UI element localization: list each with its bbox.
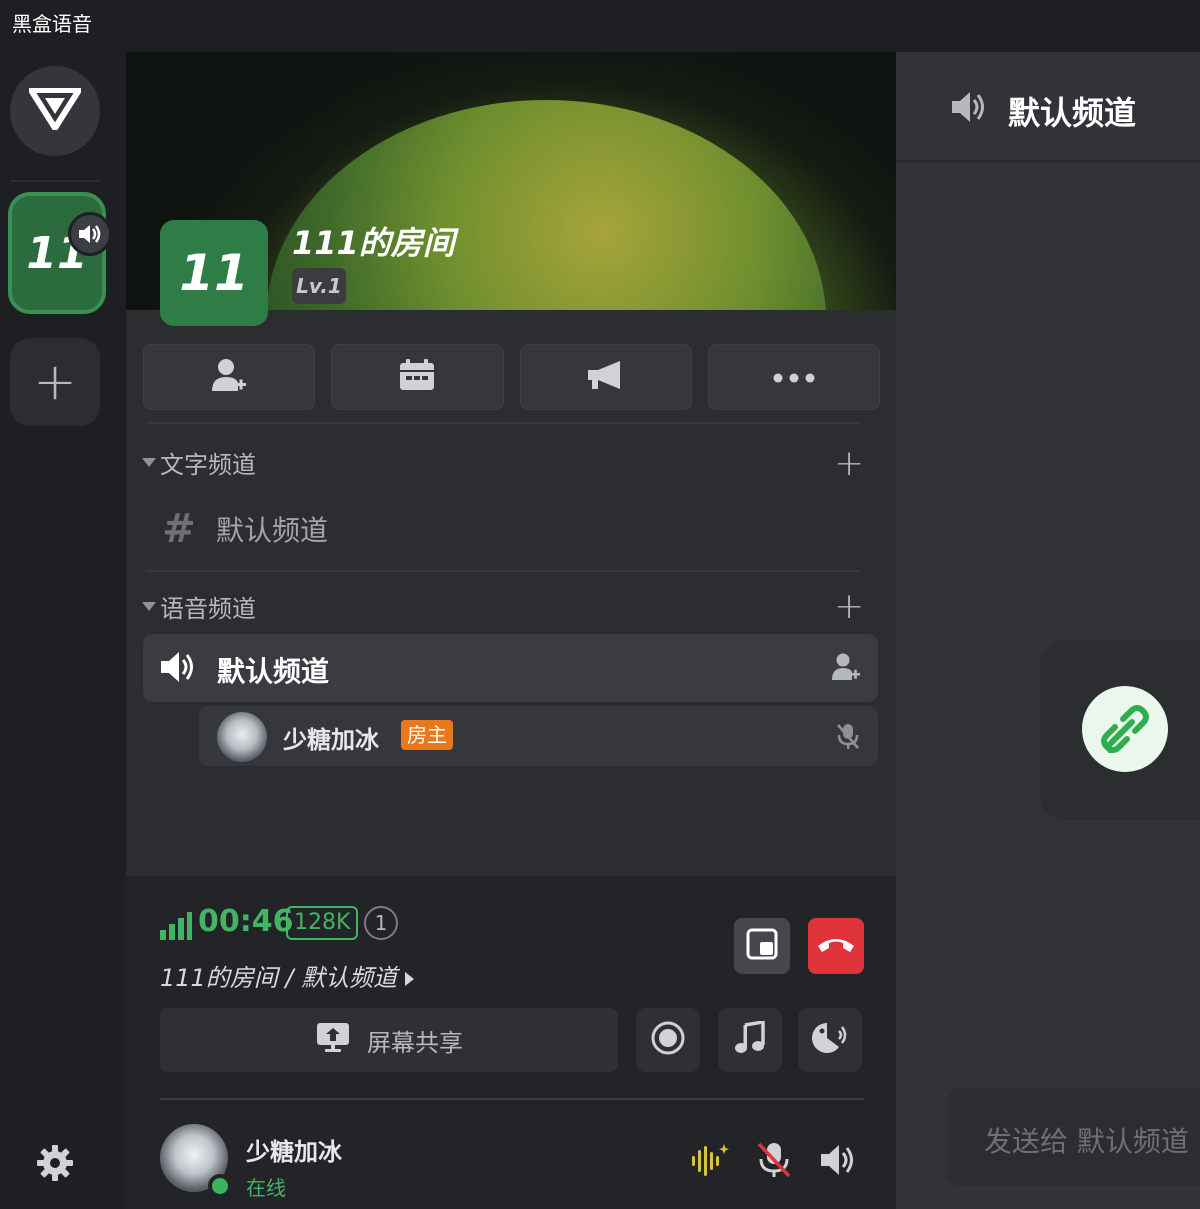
app-title: 黑盒语音 <box>12 12 92 36</box>
plus-icon: + <box>33 352 77 412</box>
calendar-icon <box>398 358 436 396</box>
bitrate-badge: 128K <box>286 906 359 940</box>
room-avatar-text: 11 <box>179 244 249 302</box>
voice-member-row[interactable]: 少糖加冰 房主 <box>199 706 878 766</box>
mute-mic-button[interactable] <box>752 1140 796 1184</box>
room-name: 111的房间 <box>292 224 455 262</box>
more-icon <box>773 368 815 387</box>
category-label: 文字频道 <box>160 451 256 479</box>
voice-channel-name: 默认频道 <box>217 655 330 688</box>
speaker-icon <box>819 1143 857 1181</box>
chevron-right-icon <box>405 972 415 986</box>
pip-button[interactable] <box>734 918 790 974</box>
text-channel-name: 默认频道 <box>216 514 329 547</box>
add-user-icon[interactable] <box>831 652 861 686</box>
noise-suppress-icon <box>690 1142 730 1182</box>
record-button[interactable] <box>636 1008 700 1072</box>
online-status-dot <box>208 1174 232 1198</box>
logo-icon <box>28 87 82 134</box>
divider <box>160 1098 864 1100</box>
divider <box>146 570 860 572</box>
message-input[interactable]: 发送给 默认频道 <box>948 1088 1200 1186</box>
self-username: 少糖加冰 <box>246 1138 342 1166</box>
hash-icon: # <box>162 506 196 552</box>
server-rail: 11 + <box>0 42 112 1209</box>
rail-divider <box>10 180 100 182</box>
speaker-toggle-button[interactable] <box>816 1140 860 1184</box>
room-action-row <box>143 344 880 410</box>
chevron-down-icon <box>142 602 156 611</box>
speaker-icon <box>68 212 112 256</box>
add-user-icon <box>210 357 248 397</box>
owner-badge: 房主 <box>401 720 453 750</box>
self-status: 在线 <box>246 1176 286 1200</box>
call-duration: 00:46 <box>198 904 294 939</box>
music-icon <box>733 1019 767 1059</box>
screen-share-label: 屏幕共享 <box>367 1028 463 1057</box>
soundboard-icon <box>811 1021 849 1059</box>
category-text-channels[interactable]: 文字频道 <box>142 445 256 480</box>
call-location-text: 111的房间 / 默认频道 <box>160 964 398 992</box>
room-level-badge: Lv.1 <box>292 268 346 304</box>
invite-link-card[interactable] <box>1040 640 1200 820</box>
hangup-button[interactable] <box>808 918 864 974</box>
pip-icon <box>745 927 779 965</box>
record-icon <box>650 1020 686 1060</box>
settings-button[interactable] <box>30 1140 80 1190</box>
add-voice-channel-button[interactable]: + <box>834 589 864 625</box>
add-text-channel-button[interactable]: + <box>834 446 864 482</box>
events-button[interactable] <box>331 344 504 410</box>
invite-member-button[interactable] <box>143 344 316 410</box>
chat-header: 默认频道 <box>896 52 1200 162</box>
signal-icon <box>160 912 192 944</box>
title-bar: 黑盒语音 <box>0 0 1200 42</box>
server-item-111[interactable]: 11 <box>8 192 112 318</box>
speaker-icon <box>159 650 197 688</box>
more-button[interactable] <box>707 344 880 410</box>
chat-title: 默认频道 <box>1008 94 1137 132</box>
banner-image <box>266 100 826 310</box>
screen-share-button[interactable]: 屏幕共享 <box>160 1008 618 1072</box>
call-location-link[interactable]: 111的房间 / 默认频道 <box>160 958 415 993</box>
announcement-button[interactable] <box>519 344 692 410</box>
mic-off-icon <box>756 1141 792 1183</box>
noise-suppress-button[interactable] <box>688 1140 732 1184</box>
chat-pane: 默认频道 发送给 默认频道 <box>896 52 1200 1209</box>
mic-off-icon <box>835 722 861 754</box>
link-icon[interactable] <box>1082 686 1168 772</box>
message-input-placeholder: 发送给 默认频道 <box>984 1125 1189 1158</box>
add-server-button[interactable]: + <box>10 338 100 426</box>
text-channel-item[interactable]: # 默认频道 <box>160 506 328 552</box>
music-button[interactable] <box>718 1008 782 1072</box>
room-avatar[interactable]: 11 <box>160 220 268 326</box>
category-label: 语音频道 <box>160 595 256 623</box>
speaker-icon <box>950 90 990 128</box>
chevron-down-icon <box>142 458 156 467</box>
soundboard-button[interactable] <box>798 1008 862 1072</box>
voice-channel-item[interactable]: 默认频道 <box>143 634 878 702</box>
member-name: 少糖加冰 <box>283 726 379 754</box>
gear-icon <box>35 1143 75 1187</box>
avatar <box>217 712 267 762</box>
divider <box>146 422 860 424</box>
megaphone-icon <box>586 359 626 395</box>
category-voice-channels[interactable]: 语音频道 <box>142 589 256 624</box>
screen-share-icon <box>315 1021 351 1059</box>
hangup-icon <box>816 934 856 958</box>
home-logo-button[interactable] <box>10 66 100 156</box>
channel-panel: 11 111的房间 Lv.1 文字频道 + # 默认频道 语音频道 + 默认频道… <box>126 52 896 1209</box>
member-count-badge: 1 <box>364 906 398 940</box>
